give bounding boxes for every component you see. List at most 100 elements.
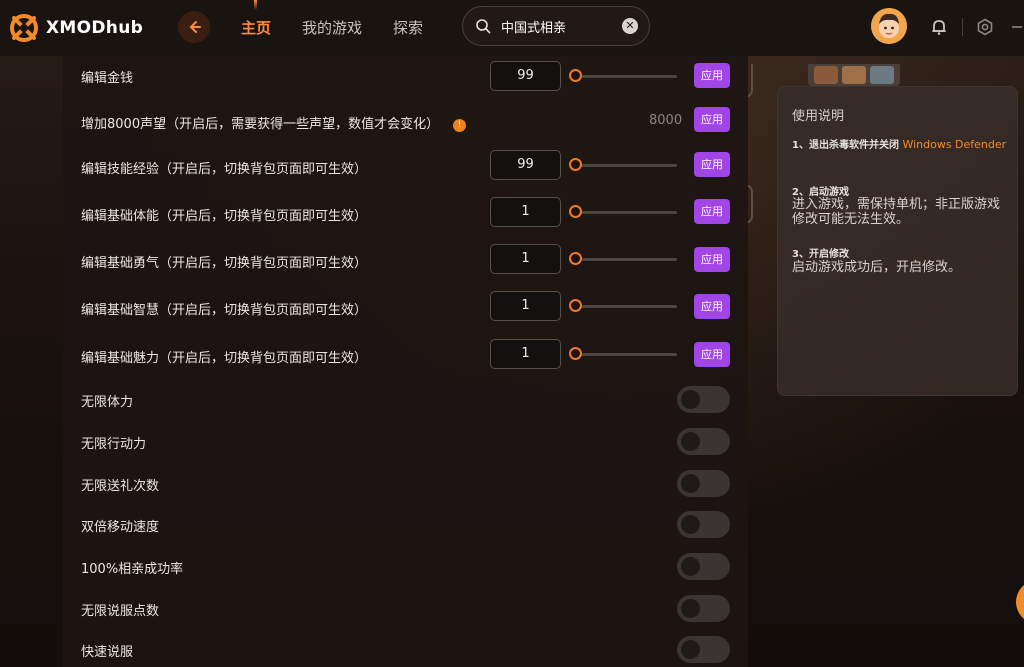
mod-row-infinite-gifts: 无限送礼次数 [63, 470, 748, 510]
value-slider[interactable] [569, 69, 679, 83]
slider-thumb[interactable] [569, 252, 582, 265]
nav-home[interactable]: 主页 [241, 17, 271, 38]
mod-label: 无限说服点数 [81, 604, 160, 619]
windows-defender-link[interactable]: Windows Defender [902, 138, 1006, 151]
value-slider[interactable] [569, 158, 679, 172]
mod-row-persuade-points: 无限说服点数 [63, 595, 748, 635]
slider-thumb[interactable] [569, 347, 582, 360]
value-slider[interactable] [569, 252, 679, 266]
thumbnail-image [870, 66, 894, 84]
apply-button[interactable]: 应用 [694, 294, 730, 319]
top-bar: XMODhub 主页 我的游戏 探索 ✕ [0, 0, 1024, 56]
toggle-knob [681, 390, 700, 409]
slider-thumb[interactable] [569, 299, 582, 312]
toggle-knob [681, 557, 700, 576]
mod-label: 编辑基础体能（开启后，切换背包页面即可生效） [81, 209, 368, 224]
mod-label: 编辑金钱 [81, 71, 134, 86]
mod-list-panel: 编辑金钱 99 应用 增加8000声望（开启后，需要获得一些声望，数值才会变化）… [63, 56, 748, 667]
notification-bell-icon[interactable] [930, 18, 948, 36]
toggle-switch[interactable] [677, 470, 730, 497]
value-input[interactable]: 1 [490, 197, 561, 227]
thumbnail-image [842, 66, 866, 84]
apply-button[interactable]: 应用 [694, 342, 730, 367]
step-3-head: 3、开启修改 [792, 249, 849, 260]
info-icon[interactable]: ! [453, 119, 467, 132]
apply-button[interactable]: 应用 [694, 152, 730, 177]
brand-logo[interactable]: XMODhub [8, 12, 143, 44]
value-slider[interactable] [569, 299, 679, 313]
fixed-value: 8000 [649, 113, 683, 128]
mod-row-charm: 编辑基础魅力（开启后，切换背包页面即可生效） 1 应用 [63, 339, 748, 379]
clear-search-icon[interactable]: ✕ [622, 18, 638, 34]
game-thumbnails [808, 64, 900, 86]
slider-thumb[interactable] [569, 158, 582, 171]
window-controls-icon[interactable] [1010, 18, 1024, 36]
toggle-switch[interactable] [677, 636, 730, 663]
slider-track [573, 164, 677, 167]
mod-label: 快速说服 [81, 645, 134, 660]
value-input[interactable]: 1 [490, 291, 561, 321]
active-nav-indicator [254, 0, 257, 10]
search-input[interactable] [501, 15, 621, 37]
user-avatar[interactable] [871, 8, 907, 44]
mod-label: 编辑基础智慧（开启后，切换背包页面即可生效） [81, 303, 368, 318]
mod-label: 增加8000声望（开启后，需要获得一些声望，数值才会变化）! [81, 113, 467, 132]
mod-row-quick-persuade: 快速说服 [63, 636, 748, 667]
nav-my-games[interactable]: 我的游戏 [302, 17, 362, 38]
toggle-switch[interactable] [677, 386, 730, 413]
nav-explore[interactable]: 探索 [393, 17, 423, 38]
apply-button[interactable]: 应用 [694, 107, 730, 132]
value-input[interactable]: 99 [490, 61, 561, 91]
brand-name: XMODhub [46, 18, 144, 38]
value-input[interactable]: 1 [490, 244, 561, 274]
step-1: 1、退出杀毒软件并关闭 Windows Defender [792, 137, 1007, 153]
toggle-knob [681, 515, 700, 534]
mod-label: 编辑技能经验（开启后，切换背包页面即可生效） [81, 162, 368, 177]
value-slider[interactable] [569, 205, 679, 219]
step-1-head: 1、退出杀毒软件并关闭 [792, 140, 899, 151]
step-2-body: 进入游戏，需保持单机；非正版游戏修改可能无法生效。 [792, 197, 1001, 227]
settings-gear-icon[interactable] [976, 18, 994, 36]
search-box: ✕ [462, 6, 650, 46]
instructions-title: 使用说明 [792, 109, 845, 124]
toggle-knob [681, 474, 700, 493]
toggle-switch[interactable] [677, 553, 730, 580]
mod-row-double-speed: 双倍移动速度 [63, 511, 748, 551]
mod-row-infinite-stamina: 无限体力 [63, 386, 748, 426]
step-3-body: 启动游戏成功后，开启修改。 [792, 260, 962, 275]
apply-button[interactable]: 应用 [694, 63, 730, 88]
mod-label: 无限体力 [81, 395, 134, 410]
toggle-knob [681, 599, 700, 618]
mod-row-stamina: 编辑基础体能（开启后，切换背包页面即可生效） 1 应用 [63, 196, 748, 236]
mod-label: 编辑基础魅力（开启后，切换背包页面即可生效） [81, 351, 368, 366]
step-2-head: 2、启动游戏 [792, 187, 849, 198]
slider-track [573, 353, 677, 356]
slider-thumb[interactable] [569, 205, 582, 218]
slider-thumb[interactable] [569, 69, 582, 82]
toggle-knob [681, 432, 700, 451]
search-icon [476, 19, 491, 34]
toggle-switch[interactable] [677, 511, 730, 538]
toggle-switch[interactable] [677, 595, 730, 622]
apply-button[interactable]: 应用 [694, 247, 730, 272]
slider-track [573, 258, 677, 261]
mod-row-reputation: 增加8000声望（开启后，需要获得一些声望，数值才会变化）! 8000 应用 [63, 101, 748, 141]
toggle-switch[interactable] [677, 428, 730, 455]
avatar-image [871, 8, 907, 44]
apply-button[interactable]: 应用 [694, 199, 730, 224]
mod-label-text: 增加8000声望（开启后，需要获得一些声望，数值才会变化） [81, 117, 440, 132]
header-divider [962, 18, 963, 36]
mod-row-skill-exp: 编辑技能经验（开启后，切换背包页面即可生效） 99 应用 [63, 148, 748, 188]
thumbnail-image [814, 66, 838, 84]
mod-label: 双倍移动速度 [81, 520, 160, 535]
mod-row-wisdom: 编辑基础智慧（开启后，切换背包页面即可生效） 1 应用 [63, 291, 748, 331]
mod-label: 无限行动力 [81, 437, 147, 452]
value-input[interactable]: 99 [490, 150, 561, 180]
slider-track [573, 75, 677, 78]
toggle-knob [681, 640, 700, 659]
mod-row-infinite-action: 无限行动力 [63, 428, 748, 468]
value-input[interactable]: 1 [490, 339, 561, 369]
back-button[interactable] [178, 11, 210, 43]
value-slider[interactable] [569, 347, 679, 361]
arrow-left-icon [189, 21, 201, 33]
